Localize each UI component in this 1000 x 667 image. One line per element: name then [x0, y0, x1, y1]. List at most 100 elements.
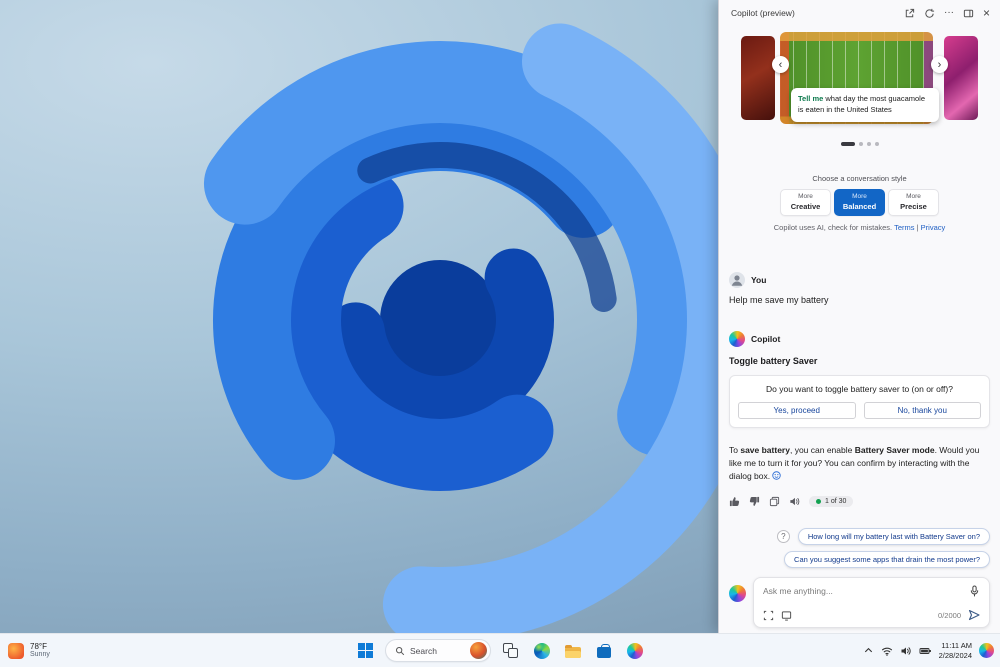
copilot-tray-button[interactable] — [979, 643, 994, 658]
close-button[interactable]: × — [983, 7, 990, 19]
copilot-message-block: Copilot Toggle battery Saver Do you want… — [729, 331, 990, 571]
tray-overflow-button[interactable] — [863, 645, 874, 656]
taskbar-center: Search — [354, 634, 646, 667]
user-message: Help me save my battery — [729, 295, 990, 305]
clock[interactable]: 11:11 AM 2/28/2024 — [939, 641, 972, 661]
send-button[interactable] — [968, 609, 980, 621]
weather-condition: Sunny — [30, 651, 50, 659]
carousel-image-left[interactable] — [741, 36, 775, 120]
suggestion-chip[interactable]: How long will my battery last with Batte… — [798, 528, 990, 545]
conversation-style-label: Choose a conversation style — [719, 174, 1000, 183]
style-balanced-button[interactable]: More Balanced — [834, 189, 885, 216]
search-highlight-image — [470, 642, 487, 659]
tray-time: 11:11 AM — [941, 641, 972, 651]
response-actions: 1 of 30 — [729, 496, 990, 507]
carousel-prev-button[interactable]: ‹ — [772, 56, 789, 73]
copy-button[interactable] — [769, 496, 780, 507]
terms-link[interactable]: Terms — [894, 223, 914, 232]
thumbs-up-icon — [729, 496, 740, 507]
search-label: Search — [410, 646, 465, 656]
copilot-avatar-icon — [729, 331, 745, 347]
more-options-button[interactable]: ··· — [944, 8, 954, 18]
composer-area: 0/2000 — [719, 571, 1000, 633]
weather-temp: 78°F — [30, 642, 50, 652]
volume-icon — [900, 645, 912, 657]
screenshot-button[interactable] — [763, 610, 774, 621]
carousel-dot[interactable] — [867, 142, 871, 146]
carousel-dot[interactable] — [875, 142, 879, 146]
response-heading: Toggle battery Saver — [729, 356, 990, 366]
style-precise-button[interactable]: More Precise — [888, 189, 939, 216]
taskbar: 78°F Sunny Search — [0, 633, 1000, 667]
copilot-response-text: To save battery, you can enable Battery … — [729, 444, 990, 484]
carousel-next-button[interactable]: › — [931, 56, 948, 73]
carousel-image-right[interactable] — [944, 36, 978, 120]
refresh-icon — [924, 8, 935, 19]
microsoft-store-icon — [597, 647, 611, 658]
volume-button[interactable] — [900, 645, 912, 657]
copilot-icon — [627, 643, 643, 659]
copilot-panel: Copilot (preview) ··· × — [718, 0, 1000, 633]
open-external-button[interactable] — [904, 8, 915, 19]
image-icon — [781, 610, 792, 621]
person-icon — [729, 272, 745, 288]
start-button[interactable] — [354, 639, 376, 663]
wifi-button[interactable] — [881, 645, 893, 657]
character-counter: 0/2000 — [938, 611, 961, 620]
carousel-dot[interactable] — [859, 142, 863, 146]
smiling-face-emoji-icon — [772, 471, 781, 480]
split-layout-icon — [963, 8, 974, 19]
privacy-link[interactable]: Privacy — [921, 223, 946, 232]
thumbs-up-button[interactable] — [729, 496, 740, 507]
copilot-taskbar-button[interactable] — [624, 639, 646, 663]
windows-logo-icon — [358, 643, 373, 658]
open-external-icon — [904, 8, 915, 19]
carousel-suggestion-card[interactable]: Tell me what day the most guacamole is e… — [791, 88, 939, 122]
wifi-icon — [881, 645, 893, 657]
file-explorer-button[interactable] — [562, 639, 584, 663]
screen: Copilot (preview) ··· × — [0, 0, 1000, 667]
ai-disclaimer: Copilot uses AI, check for mistakes. Ter… — [719, 223, 1000, 232]
microsoft-store-button[interactable] — [593, 639, 615, 663]
screenshot-icon — [763, 610, 774, 621]
add-image-button[interactable] — [781, 610, 792, 621]
copilot-tray-icon — [979, 643, 994, 658]
send-icon — [968, 609, 980, 621]
page-indicator-badge: 1 of 30 — [809, 496, 853, 507]
no-thank-you-button[interactable]: No, thank you — [864, 402, 982, 419]
dialog-question: Do you want to toggle battery saver to (… — [738, 384, 981, 394]
file-explorer-icon — [565, 647, 581, 658]
yes-proceed-button[interactable]: Yes, proceed — [738, 402, 856, 419]
suggestion-carousel: ‹ › Tell me what day the most guacamole … — [741, 32, 978, 128]
taskbar-search[interactable]: Search — [385, 639, 491, 662]
refresh-button[interactable] — [924, 8, 935, 19]
followup-suggestions: ? How long will my battery last with Bat… — [729, 528, 990, 571]
chat-area: You Help me save my battery Copilot Togg… — [719, 272, 1000, 571]
weather-widget[interactable]: 78°F Sunny — [8, 634, 50, 667]
carousel-dot-active[interactable] — [841, 142, 855, 146]
copilot-title: Copilot (preview) — [731, 8, 795, 18]
copy-icon — [769, 496, 780, 507]
battery-icon — [919, 645, 932, 657]
microphone-button[interactable] — [969, 585, 980, 597]
carousel-dots — [719, 142, 1000, 146]
suggestion-chip[interactable]: Can you suggest some apps that drain the… — [784, 551, 990, 568]
battery-button[interactable] — [919, 645, 932, 657]
edge-button[interactable] — [531, 639, 553, 663]
composer-card: 0/2000 — [753, 577, 990, 628]
battery-saver-dialog: Do you want to toggle battery saver to (… — [729, 375, 990, 428]
question-mark-icon[interactable]: ? — [777, 530, 790, 543]
read-aloud-button[interactable] — [789, 496, 800, 507]
layout-button[interactable] — [963, 8, 974, 19]
thumbs-down-icon — [749, 496, 760, 507]
style-creative-button[interactable]: More Creative — [780, 189, 831, 216]
task-view-button[interactable] — [500, 639, 522, 663]
user-message-block: You Help me save my battery — [729, 272, 990, 305]
suggestion-highlight: Tell me — [798, 94, 823, 103]
chat-input[interactable] — [763, 586, 963, 596]
thumbs-down-button[interactable] — [749, 496, 760, 507]
copilot-header: Copilot (preview) ··· × — [719, 0, 1000, 26]
copilot-name: Copilot — [751, 334, 780, 344]
system-tray: 11:11 AM 2/28/2024 — [863, 634, 994, 667]
user-avatar — [729, 272, 745, 288]
